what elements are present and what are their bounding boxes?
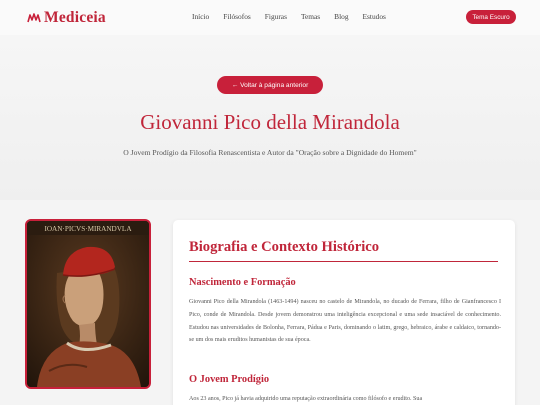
section-title-nascimento: Nascimento e Formação (189, 277, 296, 288)
section-body-nascimento: Giovanni Pico della Mirandola (1463-1494… (189, 299, 501, 344)
logo-icon (27, 13, 41, 23)
nav-item-filosofos[interactable]: Filósofos (223, 12, 251, 21)
section-title-jovem-prodigio: O Jovem Prodígio (189, 374, 270, 385)
site-header: Mediceia Início Filósofos Figuras Temas … (0, 0, 540, 35)
nav-item-blog[interactable]: Blog (334, 12, 348, 21)
site-logo[interactable]: Mediceia (27, 8, 106, 28)
biography-card: Biografia e Contexto Histórico Nasciment… (173, 220, 515, 405)
nav-item-estudos[interactable]: Estudos (363, 12, 386, 21)
back-button[interactable]: ← Voltar à página anterior (217, 76, 323, 94)
theme-toggle-button[interactable]: Tema Escuro (466, 10, 516, 24)
card-title: Biografia e Contexto Histórico (189, 239, 380, 255)
title-divider (189, 261, 498, 262)
section-body-jovem-prodigio: Aos 23 anos, Pico já havia adquirido uma… (189, 396, 423, 402)
page-subtitle: O Jovem Prodígio da Filosofia Renascenti… (123, 148, 417, 157)
portrait-image: IOAN·PICVS·MIRANDVLA (25, 219, 151, 389)
logo-text: Mediceia (44, 9, 106, 26)
page-title: Giovanni Pico della Mirandola (140, 110, 400, 134)
nav-item-inicio[interactable]: Início (192, 12, 209, 21)
nav-item-temas[interactable]: Temas (301, 12, 320, 21)
main-nav: Início Filósofos Figuras Temas Blog Estu… (192, 12, 400, 21)
portrait-painting: IOAN·PICVS·MIRANDVLA (27, 221, 149, 387)
portrait-inscription: IOAN·PICVS·MIRANDVLA (44, 225, 132, 233)
nav-item-figuras[interactable]: Figuras (265, 12, 287, 21)
